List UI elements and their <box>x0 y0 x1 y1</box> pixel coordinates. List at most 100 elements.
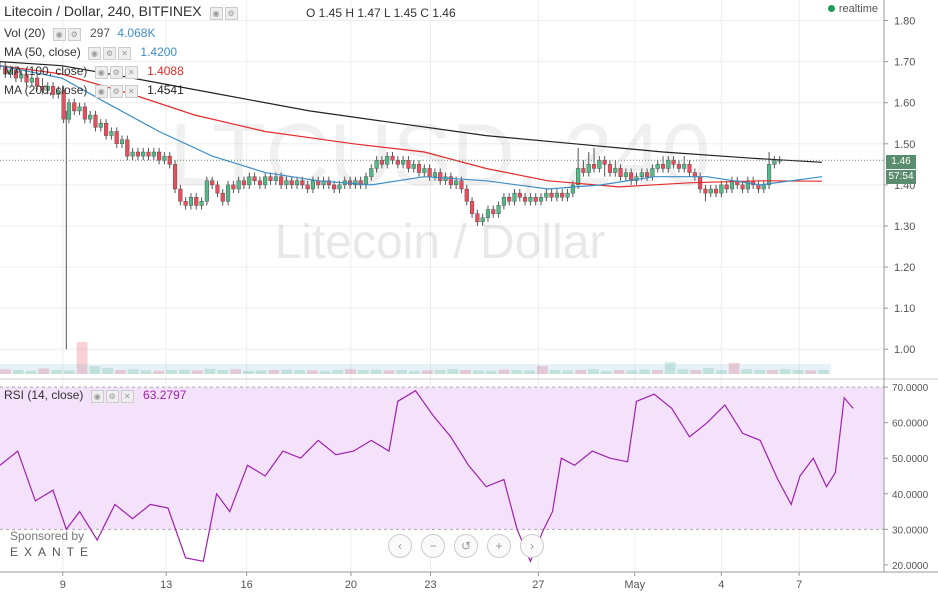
candle-body <box>708 188 713 194</box>
candle-body <box>66 102 72 120</box>
close-icon[interactable]: ✕ <box>124 84 138 98</box>
ma200-label: MA (200, close) <box>4 83 88 97</box>
rsi-tick-label: 50.0000 <box>892 454 929 465</box>
candle-body <box>332 184 337 190</box>
eye-icon[interactable]: ◉ <box>209 7 223 21</box>
candle-body <box>162 155 167 161</box>
candle-body <box>602 160 607 165</box>
status-dot-icon <box>827 5 835 12</box>
candle-body <box>337 184 342 190</box>
candle-body <box>703 188 708 194</box>
time-tick-label: May <box>624 579 645 591</box>
settings-icon[interactable]: ⚙ <box>67 27 81 41</box>
zoom-in-button[interactable]: + <box>487 534 511 558</box>
candle-body <box>597 160 602 169</box>
symbol-buttons[interactable]: ◉ ⚙ <box>209 4 240 21</box>
price-tick-label: 1.20 <box>894 262 915 274</box>
scroll-left-button[interactable]: ‹ <box>388 534 412 558</box>
scroll-right-button[interactable]: › <box>520 534 544 558</box>
time-tick-label: 9 <box>60 579 66 591</box>
candle-body <box>135 151 140 157</box>
candle-body <box>761 184 766 190</box>
candle-body <box>512 192 517 202</box>
ma50-buttons[interactable]: ◉ ⚙ ✕ <box>88 46 133 60</box>
close-icon[interactable]: ✕ <box>124 65 138 79</box>
candle-body <box>464 188 469 202</box>
zoom-out-button[interactable]: − <box>421 534 445 558</box>
close-icon[interactable]: ✕ <box>118 46 132 60</box>
eye-icon[interactable]: ◉ <box>94 65 108 79</box>
settings-icon[interactable]: ⚙ <box>109 65 123 79</box>
price-tick-label: 1.70 <box>894 57 915 69</box>
reset-button[interactable]: ↺ <box>454 534 478 558</box>
candle-body <box>93 114 98 128</box>
candle-body <box>183 201 188 206</box>
candle-body <box>713 188 719 194</box>
candle-body <box>538 197 544 202</box>
eye-icon[interactable]: ◉ <box>90 389 104 403</box>
time-tick-label: 16 <box>241 579 253 591</box>
rsi-tick-label: 60.0000 <box>892 419 929 430</box>
close-icon[interactable]: ✕ <box>120 389 134 403</box>
candle-body <box>379 160 384 165</box>
candle-body <box>284 180 289 186</box>
time-tick-label: 20 <box>345 579 357 591</box>
settings-icon[interactable]: ⚙ <box>105 389 119 403</box>
candle-body <box>565 192 570 198</box>
settings-icon[interactable]: ⚙ <box>103 46 117 60</box>
candle-body <box>772 160 777 165</box>
ma200-legend[interactable]: MA (200, close) ◉ ⚙ ✕ 1.4541 <box>4 83 184 98</box>
ma200-buttons[interactable]: ◉ ⚙ ✕ <box>94 84 140 98</box>
candle-body <box>178 188 183 202</box>
vol-value-2: 4.068K <box>117 26 156 40</box>
candle-body <box>682 164 687 169</box>
candle-body <box>125 139 130 157</box>
time-tick-label: 13 <box>160 579 172 591</box>
rsi-buttons[interactable]: ◉ ⚙ ✕ <box>90 389 136 403</box>
candle-body <box>204 180 209 202</box>
candle-body <box>767 164 772 186</box>
candle-body <box>581 168 586 173</box>
candle-body <box>401 160 406 165</box>
candle-body <box>660 164 666 169</box>
candle-body <box>305 184 310 190</box>
candle-body <box>363 176 369 186</box>
vol-buttons[interactable]: ◉ ⚙ <box>52 27 83 41</box>
candle-body <box>496 205 501 214</box>
ma50-legend[interactable]: MA (50, close) ◉ ⚙ ✕ 1.4200 <box>4 45 177 60</box>
ma100-buttons[interactable]: ◉ ⚙ ✕ <box>94 65 140 79</box>
ma50-label: MA (50, close) <box>4 45 81 59</box>
candle-body <box>310 180 315 190</box>
candle-body <box>719 184 724 194</box>
rsi-tick-label: 20.0000 <box>892 561 929 572</box>
candle-body <box>570 184 575 194</box>
eye-icon[interactable]: ◉ <box>52 27 66 41</box>
time-tick-label: 7 <box>796 579 802 591</box>
candle-body <box>560 192 565 198</box>
settings-icon[interactable]: ⚙ <box>109 84 123 98</box>
price-tick-label: 1.30 <box>894 221 915 233</box>
volume-ma-area <box>0 364 831 374</box>
candle-body <box>507 197 512 202</box>
eye-icon[interactable]: ◉ <box>94 84 108 98</box>
candle-body <box>72 102 77 112</box>
vol-legend[interactable]: Vol (20) ◉ ⚙ 297 4.068K <box>4 26 155 41</box>
candle-body <box>210 180 215 186</box>
settings-icon[interactable]: ⚙ <box>224 7 238 21</box>
candle-body <box>576 168 581 186</box>
candle-body <box>157 151 162 161</box>
candle-body <box>591 164 597 169</box>
rsi-legend[interactable]: RSI (14, close) ◉ ⚙ ✕ 63.2797 <box>4 388 186 403</box>
candle-body <box>273 176 278 181</box>
candle-body <box>623 172 628 177</box>
candle-body <box>231 184 236 190</box>
ma100-legend[interactable]: MA (100, close) ◉ ⚙ ✕ 1.4088 <box>4 64 184 79</box>
candle-body <box>676 164 681 169</box>
candle-body <box>130 151 135 157</box>
rsi-tick-label: 70.0000 <box>892 383 929 394</box>
candle-body <box>300 180 305 186</box>
candle-body <box>252 176 257 181</box>
sponsor-brand[interactable]: EXANTE <box>10 545 94 559</box>
eye-icon[interactable]: ◉ <box>88 46 102 60</box>
candle-body <box>411 164 416 169</box>
